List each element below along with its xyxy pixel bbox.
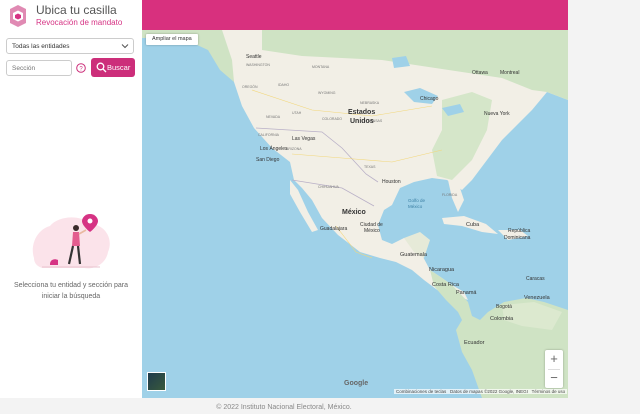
map-label-cuba: Cuba <box>466 222 480 228</box>
map-canvas[interactable]: Seattle WASHINGTON MONTANA OREGÓN IDAHO … <box>142 30 568 398</box>
map-label-gulf-2: México <box>408 204 423 209</box>
map-label-arizona: ARIZONA <box>286 147 302 151</box>
map-label-los-angeles: Los Ángeles <box>260 145 288 152</box>
map-header-bar <box>142 0 568 30</box>
map-label-california: CALIFORNIA <box>258 133 280 137</box>
map-label-usa-2: Unidos <box>350 118 374 125</box>
terms-link[interactable]: Términos de uso <box>532 389 566 394</box>
satellite-layer-toggle[interactable] <box>147 372 166 391</box>
map-label-las-vegas: Las Vegas <box>292 136 316 142</box>
map-label-chicago: Chicago <box>420 96 439 102</box>
map-label-dominican-1: República <box>508 228 530 234</box>
map-data-attribution: Datos de mapas ©2022 Google, INEGI <box>450 389 528 394</box>
map-label-dominican-2: Dominicana <box>504 235 531 241</box>
map-label-san-diego: San Diego <box>256 157 280 163</box>
map-label-panama: Panamá <box>456 290 477 296</box>
map-attribution: Combinaciones de teclas Datos de mapas ©… <box>394 389 568 394</box>
help-icon[interactable]: ? <box>76 63 86 73</box>
map-label-guatemala: Guatemala <box>400 252 428 258</box>
map-label-cdmx-2: México <box>364 228 380 234</box>
zoom-in-button[interactable]: + <box>545 350 563 368</box>
map-label-texas: TEXAS <box>364 165 376 169</box>
google-logo: Google <box>344 380 369 387</box>
map-label-ecuador: Ecuador <box>464 340 485 346</box>
empty-state-message: Selecciona tu entidad y sección para ini… <box>13 282 129 300</box>
map-label-seattle: Seattle <box>246 54 262 60</box>
map-label-oregon: OREGÓN <box>242 84 258 89</box>
footer-copyright: © 2022 Instituto Nacional Electoral, Méx… <box>216 404 352 411</box>
app-title: Ubica tu casilla <box>36 3 117 17</box>
ballot-box-logo-icon <box>10 5 26 27</box>
sidebar: Ubica tu casilla Revocación de mandato T… <box>0 0 142 398</box>
map-panel[interactable]: Seattle WASHINGTON MONTANA OREGÓN IDAHO … <box>142 0 568 398</box>
map-label-bogota: Bogotá <box>496 304 512 310</box>
map-label-florida: FLORIDA <box>442 193 458 197</box>
search-button-label: Buscar <box>107 63 131 72</box>
map-label-guadalajara: Guadalajara <box>320 226 347 232</box>
map-label-venezuela: Venezuela <box>524 295 551 301</box>
map-label-nicaragua: Nicaragua <box>429 267 455 273</box>
map-label-wyoming: WYOMING <box>318 91 336 95</box>
keyboard-shortcuts-link[interactable]: Combinaciones de teclas <box>396 389 446 394</box>
map-label-montreal: Montreal <box>500 70 519 76</box>
map-label-houston: Houston <box>382 179 401 185</box>
map-label-new-york: Nueva York <box>484 111 510 117</box>
search-button[interactable]: Buscar <box>91 58 135 77</box>
map-label-utah: UTAH <box>292 111 302 115</box>
entity-select[interactable]: Todas las entidades <box>6 38 134 54</box>
map-label-nebraska: NEBRASKA <box>360 101 380 105</box>
app-subtitle: Revocación de mandato <box>36 18 123 27</box>
zoom-out-button[interactable]: − <box>545 369 563 387</box>
chevron-down-icon <box>121 44 129 49</box>
map-label-montana: MONTANA <box>312 65 330 69</box>
map-label-nevada: NEVADA <box>266 115 281 119</box>
map-label-ottawa: Ottawa <box>472 70 488 76</box>
enlarge-map-link[interactable]: Ampliar el mapa <box>146 34 198 45</box>
section-input[interactable] <box>6 60 72 76</box>
search-icon <box>96 62 107 73</box>
map-label-idaho: IDAHO <box>278 83 289 87</box>
zoom-control: + − <box>545 350 563 388</box>
person-with-location-pin-illustration <box>32 214 110 269</box>
map-label-costa-rica: Costa Rica <box>432 282 460 288</box>
map-label-colorado: COLORADO <box>322 117 342 121</box>
map-label-gulf-1: Golfo de <box>408 198 426 203</box>
map-label-usa-1: Estados <box>348 109 375 116</box>
map-label-caracas: Caracas <box>526 276 545 282</box>
map-label-mexico: México <box>342 209 366 216</box>
entity-select-value: Todas las entidades <box>12 43 70 50</box>
map-label-chihuahua: CHIHUAHUA <box>318 185 339 189</box>
map-label-washington: WASHINGTON <box>246 63 270 67</box>
map-label-colombia: Colombia <box>490 316 514 322</box>
